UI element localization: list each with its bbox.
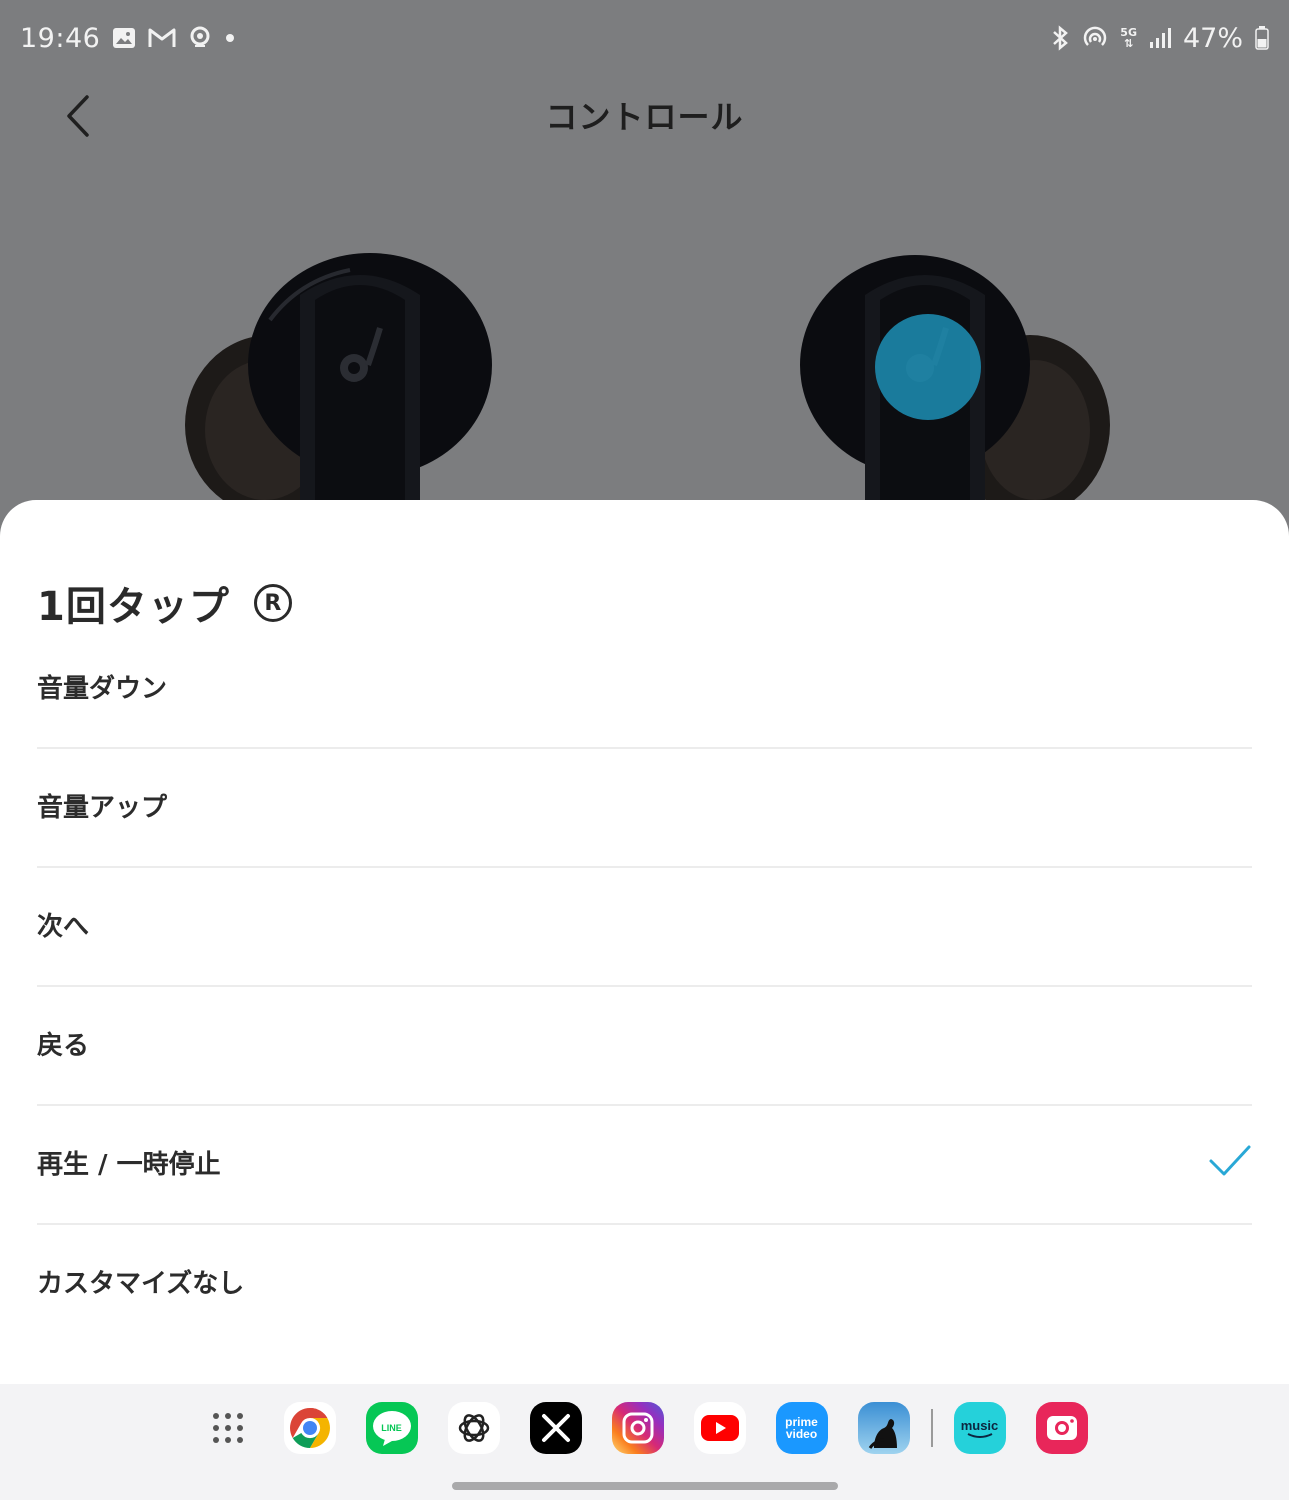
- home-indicator[interactable]: [452, 1482, 838, 1490]
- option-label: カスタマイズなし: [37, 1269, 245, 1299]
- line-label: LINE: [381, 1423, 402, 1433]
- chrome-icon[interactable]: [283, 1402, 336, 1454]
- dot-icon: [224, 24, 236, 52]
- notification-app-icon: [188, 24, 212, 52]
- gmail-icon: [148, 24, 176, 52]
- sheet-title: 1回タップ: [37, 584, 230, 630]
- bottom-sheet: 1回タップ R 音量ダウン 音量アップ 次へ 戻る 再生 / 一時停止 カスタマ…: [0, 500, 1289, 1384]
- option-no-customize[interactable]: カスタマイズなし: [37, 1225, 1252, 1344]
- data-arrows-icon: ⇅: [1124, 37, 1134, 50]
- checkmark-icon: [1209, 1145, 1251, 1176]
- status-right: 5G ⇅ 47%: [1050, 23, 1269, 54]
- hotspot-icon: [1082, 24, 1108, 52]
- camera-icon[interactable]: [1035, 1402, 1088, 1454]
- clock: 19:46: [20, 22, 101, 54]
- tap-indicator: [875, 314, 981, 420]
- instagram-icon[interactable]: [611, 1402, 664, 1454]
- page-title: コントロール: [545, 98, 744, 136]
- earbuds-image: [0, 200, 1289, 520]
- prime-video-icon[interactable]: prime video: [775, 1402, 828, 1454]
- status-bar: 19:46 5G ⇅ 47%: [0, 0, 1289, 76]
- amazon-music-icon[interactable]: music: [953, 1402, 1006, 1454]
- app-drawer-icon[interactable]: [202, 1402, 254, 1454]
- left-earbud-icon: [185, 253, 492, 520]
- option-label: 音量ダウン: [37, 674, 168, 704]
- option-list: 音量ダウン 音量アップ 次へ 戻る 再生 / 一時停止 カスタマイズなし: [37, 630, 1252, 1344]
- option-next[interactable]: 次へ: [37, 868, 1252, 987]
- option-previous[interactable]: 戻る: [37, 987, 1252, 1106]
- right-side-badge: R: [253, 584, 292, 622]
- option-label: 戻る: [37, 1031, 90, 1061]
- option-label: 音量アップ: [37, 793, 168, 823]
- kindle-icon[interactable]: [857, 1402, 910, 1454]
- prime-video-label: prime video: [785, 1415, 818, 1441]
- status-left: 19:46: [20, 23, 236, 54]
- option-label: 次へ: [37, 912, 90, 942]
- youtube-icon[interactable]: [693, 1402, 746, 1454]
- chatgpt-icon[interactable]: [447, 1402, 500, 1454]
- x-icon[interactable]: [529, 1402, 582, 1454]
- app-header: コントロール: [0, 76, 1289, 156]
- signal-icon: [1149, 24, 1171, 52]
- option-label: 再生 / 一時停止: [37, 1150, 221, 1180]
- battery-icon: [1255, 24, 1269, 52]
- option-volume-up[interactable]: 音量アップ: [37, 749, 1252, 868]
- sheet-header: 1回タップ R: [37, 574, 292, 632]
- amazon-music-label: music: [960, 1417, 999, 1433]
- line-icon[interactable]: LINE: [365, 1402, 418, 1454]
- option-volume-down[interactable]: 音量ダウン: [37, 630, 1252, 749]
- taskbar-dock: LINE prime video music: [0, 1384, 1289, 1500]
- bluetooth-icon: [1050, 24, 1070, 52]
- dock-divider: [930, 1409, 933, 1447]
- 5g-icon: 5G ⇅: [1120, 24, 1137, 52]
- battery-percent: 47%: [1182, 22, 1243, 54]
- dock-apps: LINE prime video music: [0, 1402, 1289, 1454]
- gallery-icon: [112, 24, 136, 52]
- option-play-pause[interactable]: 再生 / 一時停止: [37, 1106, 1252, 1225]
